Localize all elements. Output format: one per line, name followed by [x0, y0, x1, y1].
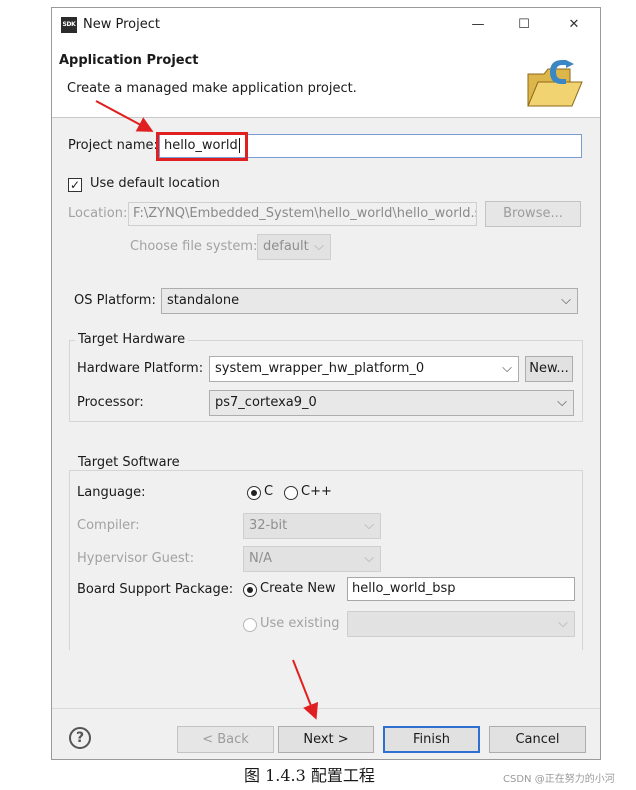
- annotation-arrows: [95, 100, 319, 720]
- figure-caption: 图 1.4.3 配置工程: [244, 766, 375, 785]
- arrow-to-next-button: [292, 659, 319, 720]
- arrow-to-project-name: [95, 100, 154, 132]
- watermark: CSDN @正在努力的小河: [503, 774, 615, 785]
